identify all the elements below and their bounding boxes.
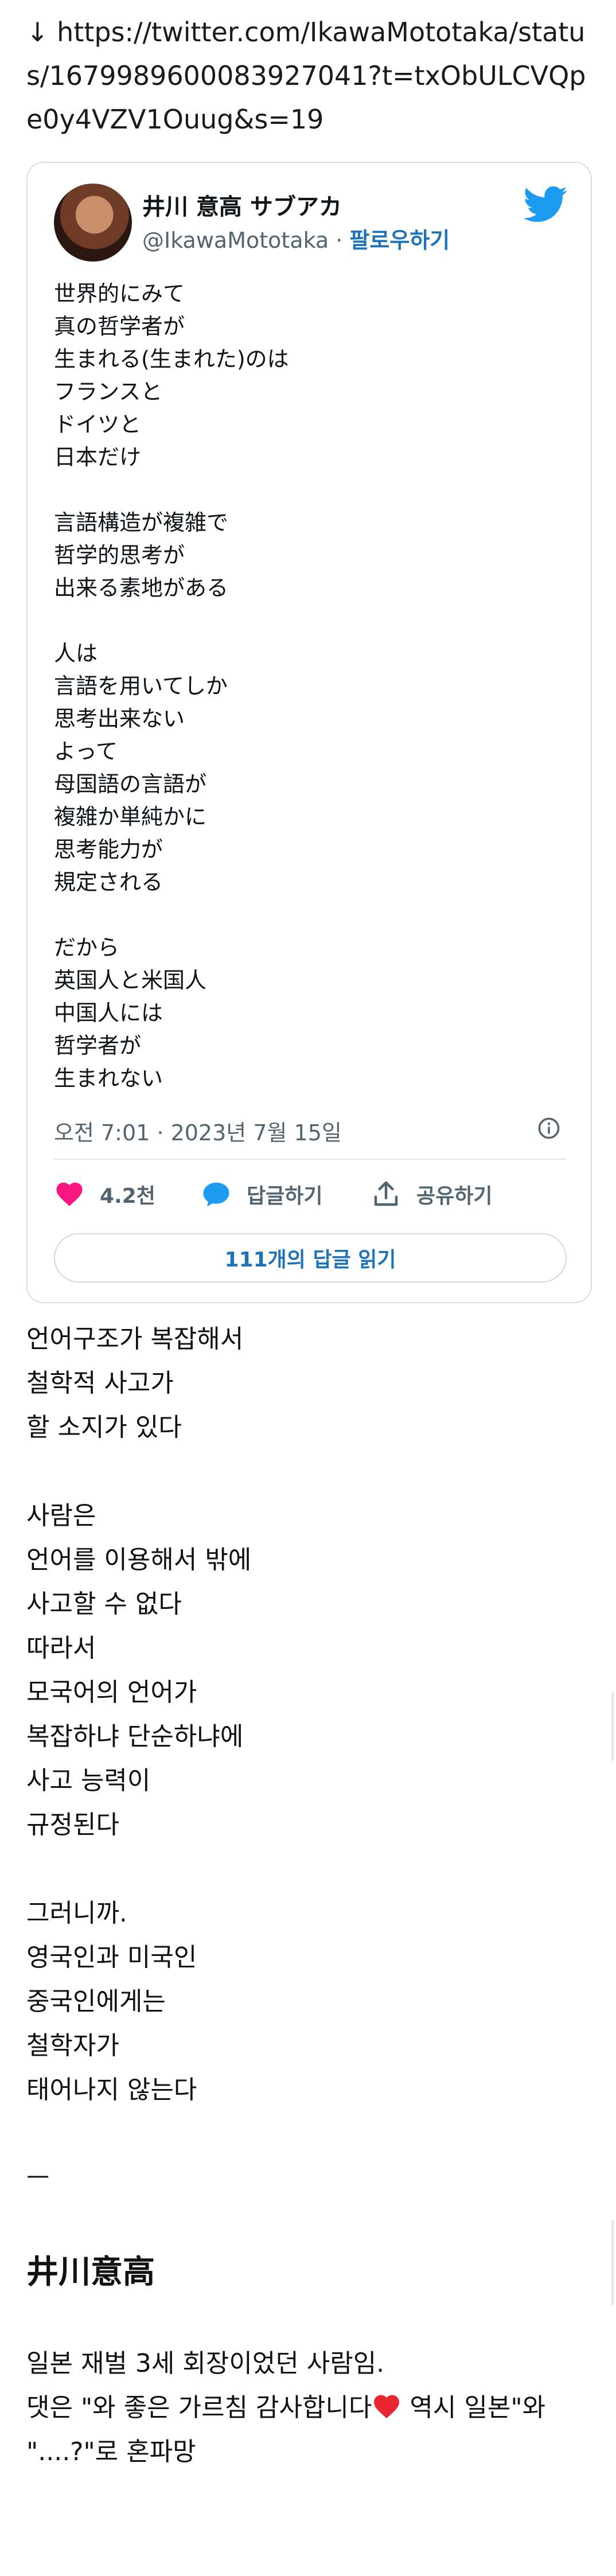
twitter-bird-icon[interactable] <box>523 186 568 224</box>
red-heart-emoji-icon <box>374 2395 400 2418</box>
tweet-link[interactable]: ↓ https://twitter.com/IkawaMototaka/stat… <box>26 10 594 141</box>
card-divider <box>54 1159 567 1160</box>
korean-translation: 언어구조가 복잡해서 철학적 사고가 할 소지가 있다 사람은 언어를 이용해서… <box>26 1324 252 2193</box>
share-icon <box>374 1181 398 1206</box>
handle-separator: · <box>329 228 350 253</box>
reply-label: 답글하기 <box>247 1184 323 1208</box>
outro-line-2: 댓은 "와 좋은 가르침 감사합니다 역시 일본"와 <box>26 2386 594 2430</box>
section-heading: 井川意高 <box>26 2254 155 2291</box>
tweet-date[interactable]: 오전 7:01 · 2023년 7월 15일 <box>54 1115 342 1147</box>
tweet-actions: 4.2천 답글하기 공유하기 <box>54 1177 567 1211</box>
avatar[interactable] <box>54 184 132 262</box>
author-handle-line: @IkawaMototaka · 팔로우하기 <box>142 223 450 254</box>
reply-button[interactable]: 답글하기 <box>201 1177 322 1211</box>
heart-icon <box>56 1182 83 1206</box>
scrollbar-thumb-2[interactable] <box>611 2220 614 2306</box>
embedded-tweet-card: 井川 意高 サブアカ @IkawaMototaka · 팔로우하기 世界的にみて… <box>26 162 592 1303</box>
likes-count: 4.2천 <box>100 1184 155 1208</box>
outro-line-1: 일본 재벌 3세 회장이었던 사람임. <box>26 2349 385 2378</box>
tweet-text: 世界的にみて 真の哲学者が 生まれる(生まれた)のは フランスと ドイツと 日本… <box>54 281 289 1091</box>
scrollbar-thumb[interactable] <box>611 1692 614 1761</box>
author-handle[interactable]: @IkawaMototaka <box>142 228 329 253</box>
share-button[interactable]: 공유하기 <box>371 1177 492 1211</box>
author-name[interactable]: 井川 意高 サブアカ <box>142 188 342 221</box>
page: ↓ https://twitter.com/IkawaMototaka/stat… <box>0 0 616 2576</box>
read-replies-button[interactable]: 111개의 답글 읽기 <box>54 1233 567 1283</box>
outro-line-2-end: 역시 일본"와 <box>401 2393 546 2422</box>
outro-paragraph: 일본 재벌 3세 회장이었던 사람임. 댓은 "와 좋은 가르침 감사합니다 역… <box>26 2341 594 2474</box>
outro-line-3: "....?"로 혼파망 <box>26 2437 196 2466</box>
share-label: 공유하기 <box>416 1184 493 1208</box>
like-button[interactable]: 4.2천 <box>54 1177 155 1211</box>
speech-bubble-icon <box>203 1182 229 1207</box>
outro-line-2-start: 댓은 "와 좋은 가르침 감사합니다 <box>26 2393 372 2422</box>
follow-button[interactable]: 팔로우하기 <box>349 228 450 253</box>
info-icon[interactable] <box>537 1116 561 1140</box>
